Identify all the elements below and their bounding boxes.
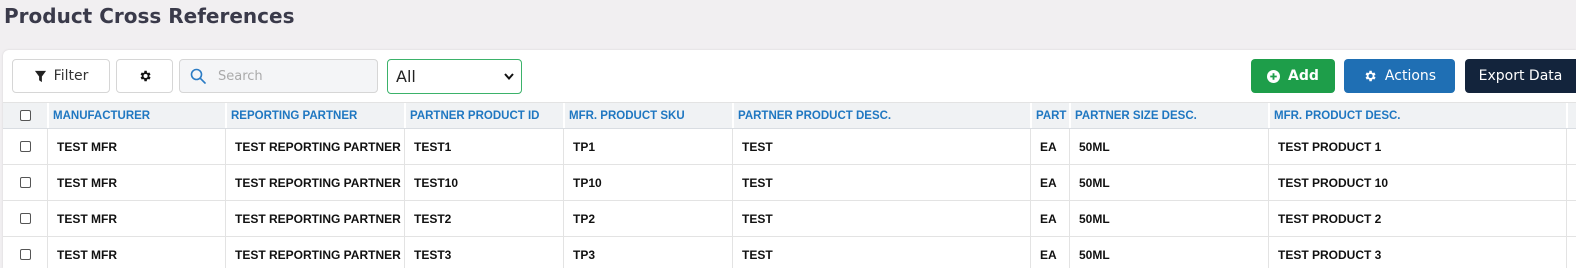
cell-overflow: [1566, 201, 1576, 236]
cell-mfr-product-desc: TEST PRODUCT 10: [1268, 165, 1566, 200]
cell-mfr-product-sku: TP1: [563, 129, 732, 164]
cell-partner-uom: EA: [1030, 165, 1069, 200]
cell-partner-uom: EA: [1030, 201, 1069, 236]
cell-partner-product-desc: TEST: [732, 129, 1030, 164]
cell-partner-size-desc: 50ML: [1069, 201, 1268, 236]
row-checkbox[interactable]: [19, 213, 31, 224]
gear-icon: [140, 70, 151, 82]
cell-reporting-partner: TEST REPORTING PARTNER: [225, 201, 404, 236]
plus-circle-icon: [1267, 69, 1281, 83]
gear-icon: [1365, 70, 1376, 82]
search-box: [179, 59, 378, 93]
page-title: Product Cross References: [4, 4, 295, 28]
table-header-row: MANUFACTURER REPORTING PARTNER PARTNER P…: [3, 102, 1576, 129]
row-checkbox-cell: [3, 237, 47, 268]
export-data-button[interactable]: Export Data: [1465, 59, 1576, 93]
row-checkbox[interactable]: [19, 249, 31, 260]
cell-partner-product-id: TEST10: [404, 165, 563, 200]
cell-reporting-partner: TEST REPORTING PARTNER: [225, 237, 404, 268]
filter-icon: [34, 70, 46, 82]
column-header-partner-product-id[interactable]: PARTNER PRODUCT ID: [404, 103, 563, 128]
column-header-overflow: [1566, 103, 1576, 128]
toolbar: Filter All Add Actions Export Data: [3, 50, 1576, 102]
table-row[interactable]: TEST MFR TEST REPORTING PARTNER TEST10 T…: [3, 165, 1576, 201]
cell-overflow: [1566, 237, 1576, 268]
cell-mfr-product-desc: TEST PRODUCT 3: [1268, 237, 1566, 268]
row-checkbox[interactable]: [19, 141, 31, 152]
settings-button[interactable]: [116, 59, 173, 93]
status-select-value: All: [396, 67, 416, 86]
cell-manufacturer: TEST MFR: [47, 237, 225, 268]
cell-partner-uom: EA: [1030, 129, 1069, 164]
export-data-button-label: Export Data: [1478, 68, 1563, 84]
row-checkbox-cell: [3, 129, 47, 164]
select-all-checkbox-cell: [3, 103, 47, 128]
table-row[interactable]: TEST MFR TEST REPORTING PARTNER TEST1 TP…: [3, 129, 1576, 165]
cell-partner-product-desc: TEST: [732, 201, 1030, 236]
cell-partner-size-desc: 50ML: [1069, 129, 1268, 164]
cell-partner-size-desc: 50ML: [1069, 165, 1268, 200]
row-checkbox-cell: [3, 165, 47, 200]
column-header-mfr-product-desc[interactable]: MFR. PRODUCT DESC.: [1268, 103, 1566, 128]
select-all-checkbox[interactable]: [19, 110, 31, 121]
column-header-reporting-partner[interactable]: REPORTING PARTNER: [225, 103, 404, 128]
cell-mfr-product-desc: TEST PRODUCT 1: [1268, 129, 1566, 164]
cell-mfr-product-sku: TP10: [563, 165, 732, 200]
column-header-partner-product-desc[interactable]: PARTNER PRODUCT DESC.: [732, 103, 1030, 128]
cell-partner-product-desc: TEST: [732, 237, 1030, 268]
cell-partner-product-id: TEST1: [404, 129, 563, 164]
column-header-partner-size-desc[interactable]: PARTNER SIZE DESC.: [1069, 103, 1268, 128]
cell-overflow: [1566, 129, 1576, 164]
add-button-label: Add: [1288, 68, 1319, 84]
add-button[interactable]: Add: [1251, 59, 1335, 93]
cell-reporting-partner: TEST REPORTING PARTNER: [225, 165, 404, 200]
cell-partner-uom: EA: [1030, 237, 1069, 268]
table-row[interactable]: TEST MFR TEST REPORTING PARTNER TEST2 TP…: [3, 201, 1576, 237]
row-checkbox-cell: [3, 201, 47, 236]
cell-manufacturer: TEST MFR: [47, 129, 225, 164]
cell-partner-size-desc: 50ML: [1069, 237, 1268, 268]
search-input[interactable]: [216, 67, 370, 85]
actions-button[interactable]: Actions: [1344, 59, 1455, 93]
cell-mfr-product-sku: TP3: [563, 237, 732, 268]
cell-partner-product-desc: TEST: [732, 165, 1030, 200]
cross-reference-grid: MANUFACTURER REPORTING PARTNER PARTNER P…: [3, 102, 1576, 268]
cell-partner-product-id: TEST3: [404, 237, 563, 268]
cell-mfr-product-desc: TEST PRODUCT 2: [1268, 201, 1566, 236]
cell-manufacturer: TEST MFR: [47, 201, 225, 236]
filter-button[interactable]: Filter: [12, 59, 110, 93]
cross-reference-panel: Filter All Add Actions Export Data: [3, 50, 1576, 268]
status-select[interactable]: All: [387, 59, 522, 94]
actions-button-label: Actions: [1384, 68, 1437, 84]
cell-reporting-partner: TEST REPORTING PARTNER: [225, 129, 404, 164]
search-icon: [190, 68, 206, 84]
cell-manufacturer: TEST MFR: [47, 165, 225, 200]
row-checkbox[interactable]: [19, 177, 31, 188]
table-row[interactable]: TEST MFR TEST REPORTING PARTNER TEST3 TP…: [3, 237, 1576, 268]
cell-mfr-product-sku: TP2: [563, 201, 732, 236]
column-header-mfr-product-sku[interactable]: MFR. PRODUCT SKU: [563, 103, 732, 128]
column-header-partner-uom[interactable]: PART: [1030, 103, 1069, 128]
column-header-manufacturer[interactable]: MANUFACTURER: [47, 103, 225, 128]
cell-partner-product-id: TEST2: [404, 201, 563, 236]
filter-button-label: Filter: [53, 68, 89, 84]
chevron-down-icon: [504, 73, 514, 80]
cell-overflow: [1566, 165, 1576, 200]
